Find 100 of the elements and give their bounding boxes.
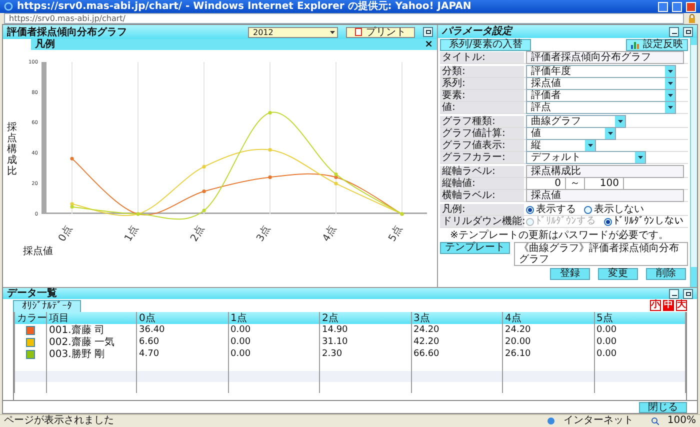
action-button[interactable]: 削除 (646, 268, 686, 280)
point (70, 205, 74, 209)
caret-icon (588, 144, 592, 147)
field-label: 値: (440, 102, 524, 113)
action-button[interactable]: 登録 (550, 268, 590, 280)
column-header: 項目 (46, 312, 136, 324)
panel-title: 評価者採点傾向分布グラフ (7, 26, 128, 38)
dropdown[interactable]: 評点 (526, 101, 676, 114)
dropdown[interactable]: 評価者 (526, 89, 676, 102)
minimize-button[interactable] (669, 288, 679, 298)
dropdown[interactable]: 評価年度 (526, 65, 676, 78)
field-label: 凡例: (440, 204, 524, 215)
y-axis-label: 採点構成比 (7, 122, 17, 176)
scrollbar[interactable] (690, 38, 697, 287)
maximize-button[interactable] (683, 288, 693, 298)
table-cell: 20.00 (502, 336, 594, 348)
address-field[interactable]: https://srv0.mas-abi.jp/chart/ (4, 13, 684, 24)
dropdown[interactable]: 値 (526, 127, 616, 140)
maximize-button[interactable] (683, 26, 693, 36)
point (268, 110, 272, 115)
text-field[interactable]: 採点値 (526, 189, 684, 202)
table-cell: 4.70 (136, 348, 228, 360)
table-cell: 31.10 (320, 336, 411, 348)
zone-text: インターネット (563, 415, 634, 427)
close-button[interactable]: 閉じる (639, 402, 687, 412)
field-label: 縦軸ラベル: (440, 166, 524, 177)
bar-chart-icon (631, 41, 639, 49)
field-label: グラフカラー: (440, 152, 524, 163)
data-tab[interactable]: ｵﾘｼﾞﾅﾙﾃﾞｰﾀ (13, 300, 81, 312)
field-label: 系列: (440, 78, 524, 89)
size-button[interactable]: 大 (676, 300, 687, 311)
color-swatch[interactable] (26, 326, 35, 334)
apply-button[interactable]: 設定反映 (626, 39, 688, 51)
point (202, 164, 206, 169)
table-cell: 003.勝野 剛 (46, 348, 136, 360)
table-cell: 0.00 (228, 324, 320, 336)
x-tick-label: 0点 (56, 224, 75, 244)
radio-option[interactable]: 表示しない (584, 202, 644, 217)
table-cell: 001.齋藤 司 (46, 324, 136, 336)
field-label: 分類: (440, 66, 524, 77)
lock-icon (688, 14, 696, 23)
field-label: 横軸ラベル: (440, 190, 524, 201)
print-button[interactable]: プリント (346, 26, 415, 38)
caret-icon (668, 70, 672, 73)
dropdown[interactable]: 縦 (526, 139, 596, 152)
dropdown[interactable]: 採点値 (526, 77, 676, 90)
field-label: ドリルダウン機能: (440, 216, 524, 227)
table-cell: 36.40 (136, 324, 228, 336)
point (268, 175, 272, 180)
action-button[interactable]: 変更 (598, 268, 638, 280)
caret-icon (668, 82, 672, 85)
table-cell: 0.00 (594, 324, 686, 336)
legend-close-button[interactable]: × (424, 40, 433, 50)
x-tick-label: 2点 (188, 224, 207, 244)
field-label: タイトル: (440, 52, 524, 63)
swap-button[interactable]: 系列/要素の入替 (440, 39, 532, 51)
status-text: ページが表示されました (4, 415, 115, 427)
size-button[interactable]: 中 (663, 300, 674, 311)
table-cell: 24.20 (502, 324, 594, 336)
column-header: 2点 (320, 312, 411, 324)
table-cell: 2.30 (320, 348, 411, 360)
table-cell: 002.齋藤 一気 (46, 336, 136, 348)
minimize-button[interactable] (669, 26, 679, 36)
panel-title: パラメータ設定 (442, 25, 514, 38)
point (268, 148, 272, 152)
field-label: 要素: (440, 90, 524, 101)
table-cell: 14.90 (320, 324, 411, 336)
color-swatch[interactable] (26, 338, 35, 346)
template-field[interactable]: 《曲線グラフ》評価者採点傾向分布グラフ (514, 242, 688, 266)
x-tick-label: 5点 (386, 224, 405, 244)
caret-icon (668, 94, 672, 97)
caret-icon (668, 106, 672, 109)
range-separator: ～ (570, 177, 580, 191)
maximize-button[interactable] (423, 27, 433, 37)
year-dropdown[interactable]: 2012 (248, 26, 338, 38)
point (334, 172, 338, 176)
field-label: グラフ値表示: (440, 140, 524, 151)
template-button[interactable]: テンプレート (440, 242, 510, 254)
dropdown[interactable]: デフォルト (526, 151, 646, 164)
radio-option[interactable]: ﾄﾞﾘﾙﾀﾞｳﾝしない (604, 214, 684, 229)
globe-icon (547, 417, 556, 425)
document-icon (355, 28, 362, 36)
zoom-level[interactable]: 100% (667, 415, 696, 427)
radio-option[interactable]: 表示する (526, 202, 576, 217)
color-swatch[interactable] (26, 350, 35, 358)
table-cell: 0.00 (594, 348, 686, 360)
column-header: 3点 (411, 312, 502, 324)
caret-icon (638, 156, 642, 159)
point (70, 156, 74, 160)
table-cell: 0.00 (228, 336, 320, 348)
legend-title: 凡例 (35, 40, 56, 50)
text-field[interactable]: 評価者採点傾向分布グラフ (526, 51, 684, 64)
field-label: グラフ値計算: (440, 128, 524, 139)
zoom-icon (651, 417, 660, 425)
restore-button[interactable] (672, 2, 682, 12)
field-label: 縦軸値: (440, 178, 524, 189)
template-note: ※テンプレートの更新はパスワードが必要です。 (449, 230, 670, 242)
text-field[interactable]: 採点構成比 (526, 165, 684, 178)
close-button[interactable] (686, 2, 696, 12)
dropdown[interactable]: 曲線グラフ (526, 115, 626, 128)
